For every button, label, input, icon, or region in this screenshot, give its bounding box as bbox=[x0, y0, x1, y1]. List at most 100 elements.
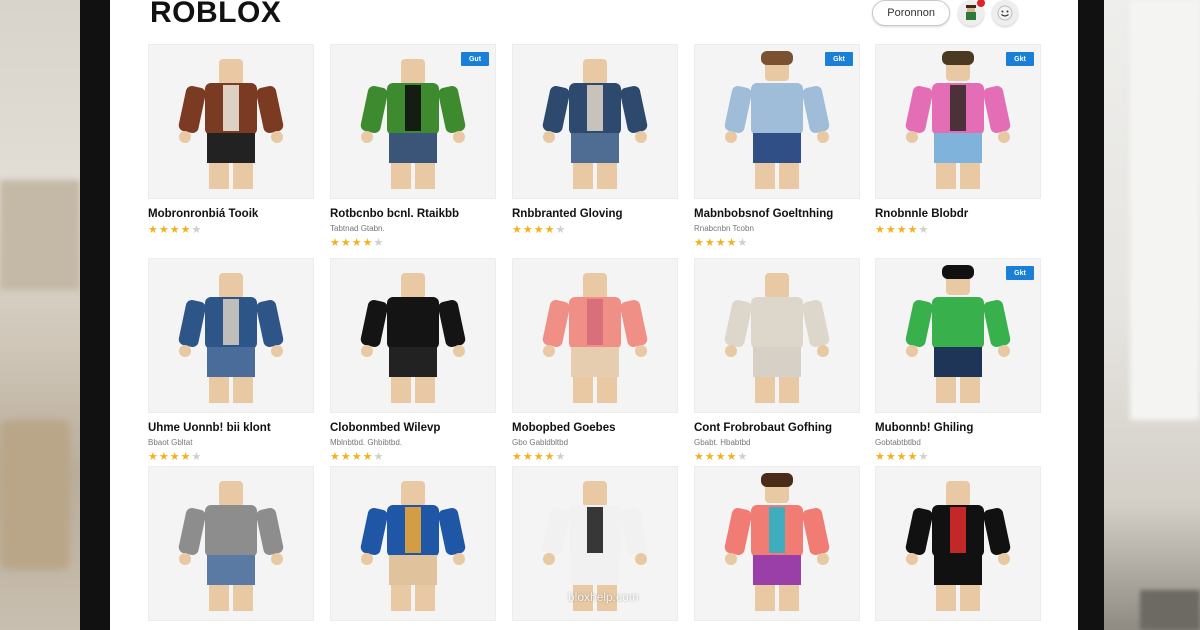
notification-dot bbox=[977, 0, 985, 7]
profile-avatar-button[interactable] bbox=[958, 0, 985, 26]
avatar-figure-icon bbox=[178, 273, 284, 403]
star-icon: ★ bbox=[330, 451, 341, 463]
star-icon: ★ bbox=[351, 451, 363, 463]
star-icon: ★ bbox=[704, 451, 716, 463]
catalog-item[interactable]: Rnbbranted Gloving ★★★★★ bbox=[512, 44, 678, 236]
background-right bbox=[1104, 0, 1200, 630]
roblox-logo[interactable]: ROBLOX bbox=[150, 0, 281, 30]
item-title[interactable]: Mobronronbiá Tooik bbox=[148, 208, 312, 220]
avatar-figure-icon bbox=[724, 51, 830, 189]
item-thumbnail[interactable] bbox=[694, 258, 860, 413]
avatar-figure-icon bbox=[360, 273, 466, 403]
profile-avatar-icon bbox=[966, 5, 976, 20]
item-rating: ★★★★★ bbox=[694, 450, 858, 463]
item-thumbnail[interactable] bbox=[330, 466, 496, 621]
item-title[interactable]: Mubonnb! Ghiling bbox=[875, 422, 1039, 434]
star-icon: ★ bbox=[362, 237, 374, 249]
item-subtitle: Gbo Gabldbltbd bbox=[512, 438, 569, 447]
catalog-item[interactable]: Gut Rotbcnbo bcnl. Rtaikbb Tabtnad Gtabn. ★… bbox=[330, 44, 496, 249]
star-icon: ★ bbox=[737, 237, 749, 249]
item-title[interactable]: Mobopbed Goebes bbox=[512, 422, 676, 434]
catalog-item[interactable]: Grolenbnebnod Gledpa bbox=[330, 466, 496, 630]
star-icon: ★ bbox=[726, 237, 738, 249]
catalog-item[interactable]: Cont Frobrobaut Gofhing Gbabt. Hbabtbd ★★★… bbox=[694, 258, 860, 463]
smiley-icon bbox=[997, 5, 1013, 21]
item-thumbnail[interactable] bbox=[512, 44, 678, 199]
catalog-item[interactable]: Gkt Mabnbobsnof Goeltnhing Rnabcnbn Tcobn ★… bbox=[694, 44, 860, 249]
item-subtitle: Mblnbtbd. Ghbibtbd. bbox=[330, 438, 403, 447]
catalog-item[interactable]: Cahnmbsbolted Geirru bbox=[148, 466, 314, 630]
item-thumbnail[interactable] bbox=[512, 258, 678, 413]
catalog-item[interactable]: Mobronronbiá Tooik ★★★★★ bbox=[148, 44, 314, 236]
star-icon: ★ bbox=[555, 451, 567, 463]
item-thumbnail[interactable]: Gkt bbox=[875, 44, 1041, 199]
avatar-figure-icon bbox=[905, 481, 1011, 611]
catalog-item[interactable]: Uhme Uonnb! bii klont Bbaot Gbltat ★★★★★ bbox=[148, 258, 314, 463]
star-icon: ★ bbox=[555, 224, 567, 236]
item-thumbnail[interactable] bbox=[148, 44, 314, 199]
star-icon: ★ bbox=[148, 451, 159, 463]
smiley-button[interactable] bbox=[992, 0, 1018, 26]
item-thumbnail[interactable] bbox=[148, 258, 314, 413]
star-icon: ★ bbox=[694, 237, 705, 249]
star-icon: ★ bbox=[715, 237, 727, 249]
avatar-figure-icon bbox=[360, 481, 466, 611]
star-icon: ★ bbox=[737, 451, 749, 463]
avatar-figure-icon bbox=[724, 473, 830, 611]
star-icon: ★ bbox=[340, 451, 352, 463]
star-icon: ★ bbox=[158, 224, 170, 236]
watermark: bloxhelp.com bbox=[568, 590, 639, 604]
star-icon: ★ bbox=[512, 451, 523, 463]
catalog-item[interactable]: Canrnnr Donch bbox=[694, 466, 860, 630]
star-icon: ★ bbox=[885, 451, 897, 463]
item-rating: ★★★★★ bbox=[694, 236, 858, 249]
avatar-figure-icon bbox=[360, 59, 466, 189]
star-icon: ★ bbox=[169, 451, 181, 463]
catalog-item[interactable]: Mlobnbenbnf Ghnile bbox=[875, 466, 1041, 630]
catalog-item[interactable]: Gkt Rnobnnle Blobdr ★★★★★ bbox=[875, 44, 1041, 236]
star-icon: ★ bbox=[169, 224, 181, 236]
star-icon: ★ bbox=[704, 237, 716, 249]
item-rating: ★★★★★ bbox=[330, 236, 494, 249]
star-icon: ★ bbox=[875, 451, 886, 463]
star-icon: ★ bbox=[918, 451, 930, 463]
item-thumbnail[interactable]: Gkt bbox=[694, 44, 860, 199]
star-icon: ★ bbox=[191, 451, 203, 463]
star-icon: ★ bbox=[896, 451, 908, 463]
screen: ROBLOX Poronnon Mobronronbiá Tooik ★★★★★… bbox=[110, 0, 1078, 630]
item-title[interactable]: Clobonmbed Wilevp bbox=[330, 422, 494, 434]
monitor-frame: ROBLOX Poronnon Mobronronbiá Tooik ★★★★★… bbox=[80, 0, 1104, 630]
item-rating: ★★★★★ bbox=[330, 450, 494, 463]
item-badge: Gkt bbox=[1006, 266, 1034, 280]
catalog-item[interactable]: Canbnbnandl Gbnubbnbo bbox=[512, 466, 678, 630]
avatar-figure-icon bbox=[905, 51, 1011, 189]
star-icon: ★ bbox=[351, 237, 363, 249]
item-title[interactable]: Rnobnnle Blobdr bbox=[875, 208, 1039, 220]
item-title[interactable]: Uhme Uonnb! bii klont bbox=[148, 422, 312, 434]
item-rating: ★★★★★ bbox=[148, 450, 312, 463]
item-thumbnail[interactable]: Gkt bbox=[875, 258, 1041, 413]
item-title[interactable]: Mabnbobsnof Goeltnhing bbox=[694, 208, 858, 220]
item-thumbnail[interactable] bbox=[694, 466, 860, 621]
star-icon: ★ bbox=[522, 224, 534, 236]
star-icon: ★ bbox=[330, 237, 341, 249]
star-icon: ★ bbox=[362, 451, 374, 463]
item-title[interactable]: Cont Frobrobaut Gofhing bbox=[694, 422, 858, 434]
item-title[interactable]: Rotbcnbo bcnl. Rtaikbb bbox=[330, 208, 494, 220]
item-subtitle: Bbaot Gbltat bbox=[148, 438, 193, 447]
catalog-item[interactable]: Mobopbed Goebes Gbo Gabldbltbd ★★★★★ bbox=[512, 258, 678, 463]
catalog-item[interactable]: Clobonmbed Wilevp Mblnbtbd. Ghbibtbd. ★★★★… bbox=[330, 258, 496, 463]
item-thumbnail[interactable] bbox=[330, 258, 496, 413]
star-icon: ★ bbox=[885, 224, 897, 236]
background-book bbox=[1140, 590, 1200, 630]
item-subtitle: Gobtabtbtlbd bbox=[875, 438, 921, 447]
catalog-item[interactable]: Gkt Mubonnb! Ghiling Gobtabtbtlbd ★★★★★ bbox=[875, 258, 1041, 463]
item-thumbnail[interactable] bbox=[148, 466, 314, 621]
item-title[interactable]: Rnbbranted Gloving bbox=[512, 208, 676, 220]
item-badge: Gkt bbox=[1006, 52, 1034, 66]
header-pill-button[interactable]: Poronnon bbox=[872, 0, 950, 26]
item-thumbnail[interactable]: Gut bbox=[330, 44, 496, 199]
item-rating: ★★★★★ bbox=[875, 450, 1039, 463]
item-badge: Gut bbox=[461, 52, 489, 66]
item-thumbnail[interactable] bbox=[875, 466, 1041, 621]
